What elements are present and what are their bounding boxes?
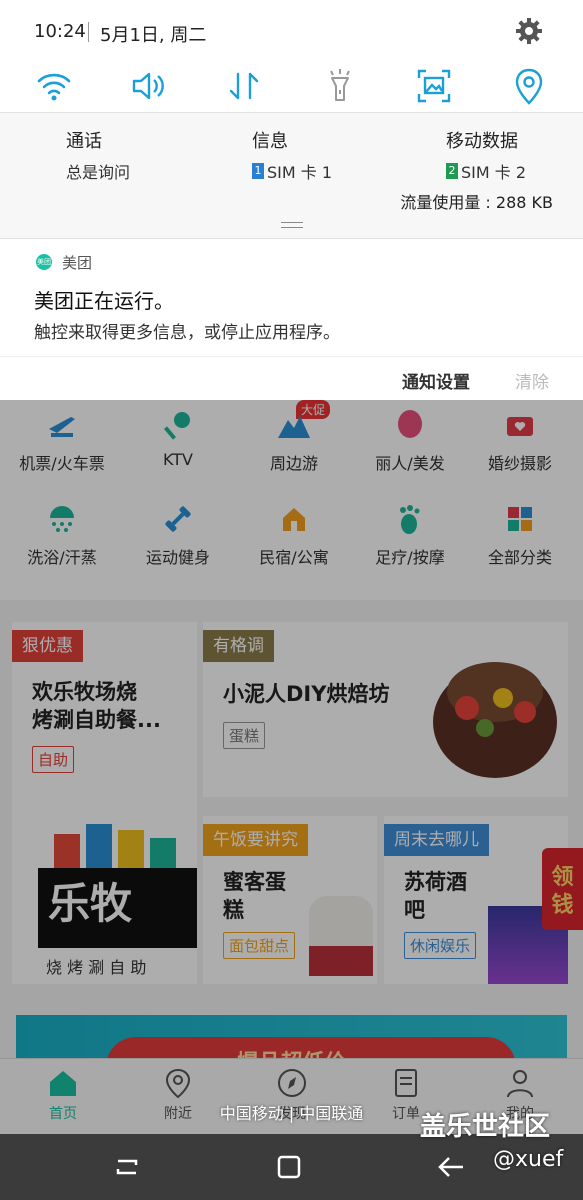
clear-button[interactable]: 清除 (515, 368, 549, 393)
notification-settings-button[interactable]: 通知设置 (402, 368, 470, 393)
flashlight-icon (330, 69, 350, 101)
meituan-app-icon: 美团 (36, 254, 52, 270)
sim1-badge: 1 (252, 163, 264, 179)
home-button[interactable] (274, 1152, 304, 1182)
date: 5月1日, 周二 (100, 25, 207, 46)
home-square-icon (277, 1155, 301, 1179)
sound-toggle[interactable] (128, 66, 168, 106)
wifi-icon (37, 73, 71, 101)
call-sim-setting[interactable]: 通话 总是询问 (66, 127, 130, 183)
status-row: 10:24 5月1日, 周二 (0, 0, 583, 64)
watermark-title: 盖乐世社区 (420, 1112, 551, 1142)
screen-capture-icon (417, 69, 451, 103)
dim-overlay[interactable] (0, 400, 583, 1134)
wifi-toggle[interactable] (34, 66, 74, 106)
mobile-data-sim-setting[interactable]: 移动数据 2 SIM 卡 2 (446, 127, 526, 183)
notification-app-name: 美团 (62, 254, 93, 272)
screen-capture-toggle[interactable] (414, 66, 454, 106)
flashlight-toggle[interactable] (320, 66, 360, 106)
divider (88, 22, 89, 42)
back-arrow-icon (438, 1157, 463, 1177)
gear-icon (516, 18, 542, 44)
message-sim-setting[interactable]: 信息 1 SIM 卡 1 (252, 127, 332, 183)
location-icon (515, 68, 543, 105)
sound-icon (132, 72, 164, 100)
notification-body: 触控来取得更多信息，或停止应用程序。 (34, 323, 340, 343)
data-transfer-icon (229, 72, 259, 100)
data-usage-label: 流量使用量 : 288 KB (400, 193, 553, 212)
notification-actions: 通知设置 清除 (0, 356, 583, 401)
recent-apps-icon (116, 1159, 138, 1175)
clock: 10:24 (34, 21, 86, 42)
mobile-data-toggle[interactable] (224, 66, 264, 106)
notification-title: 美团正在运行。 (34, 289, 174, 313)
notification-shade: 10:24 5月1日, 周二 通话 总是询问 信息 1 SIM 卡 1 移动数据… (0, 0, 583, 400)
settings-button[interactable] (514, 16, 544, 46)
meituan-notification[interactable]: 美团 美团 美团正在运行。 触控来取得更多信息，或停止应用程序。 通知设置 清除 (0, 238, 583, 400)
sim2-badge: 2 (446, 163, 458, 179)
recent-apps-button[interactable] (112, 1152, 142, 1182)
back-button[interactable] (436, 1152, 466, 1182)
watermark-user: @xuef (493, 1147, 564, 1172)
drag-handle[interactable] (281, 222, 303, 228)
sim-card-manager: 通话 总是询问 信息 1 SIM 卡 1 移动数据 2 SIM 卡 2 流量使用量 … (0, 112, 583, 238)
location-toggle[interactable] (509, 66, 549, 106)
